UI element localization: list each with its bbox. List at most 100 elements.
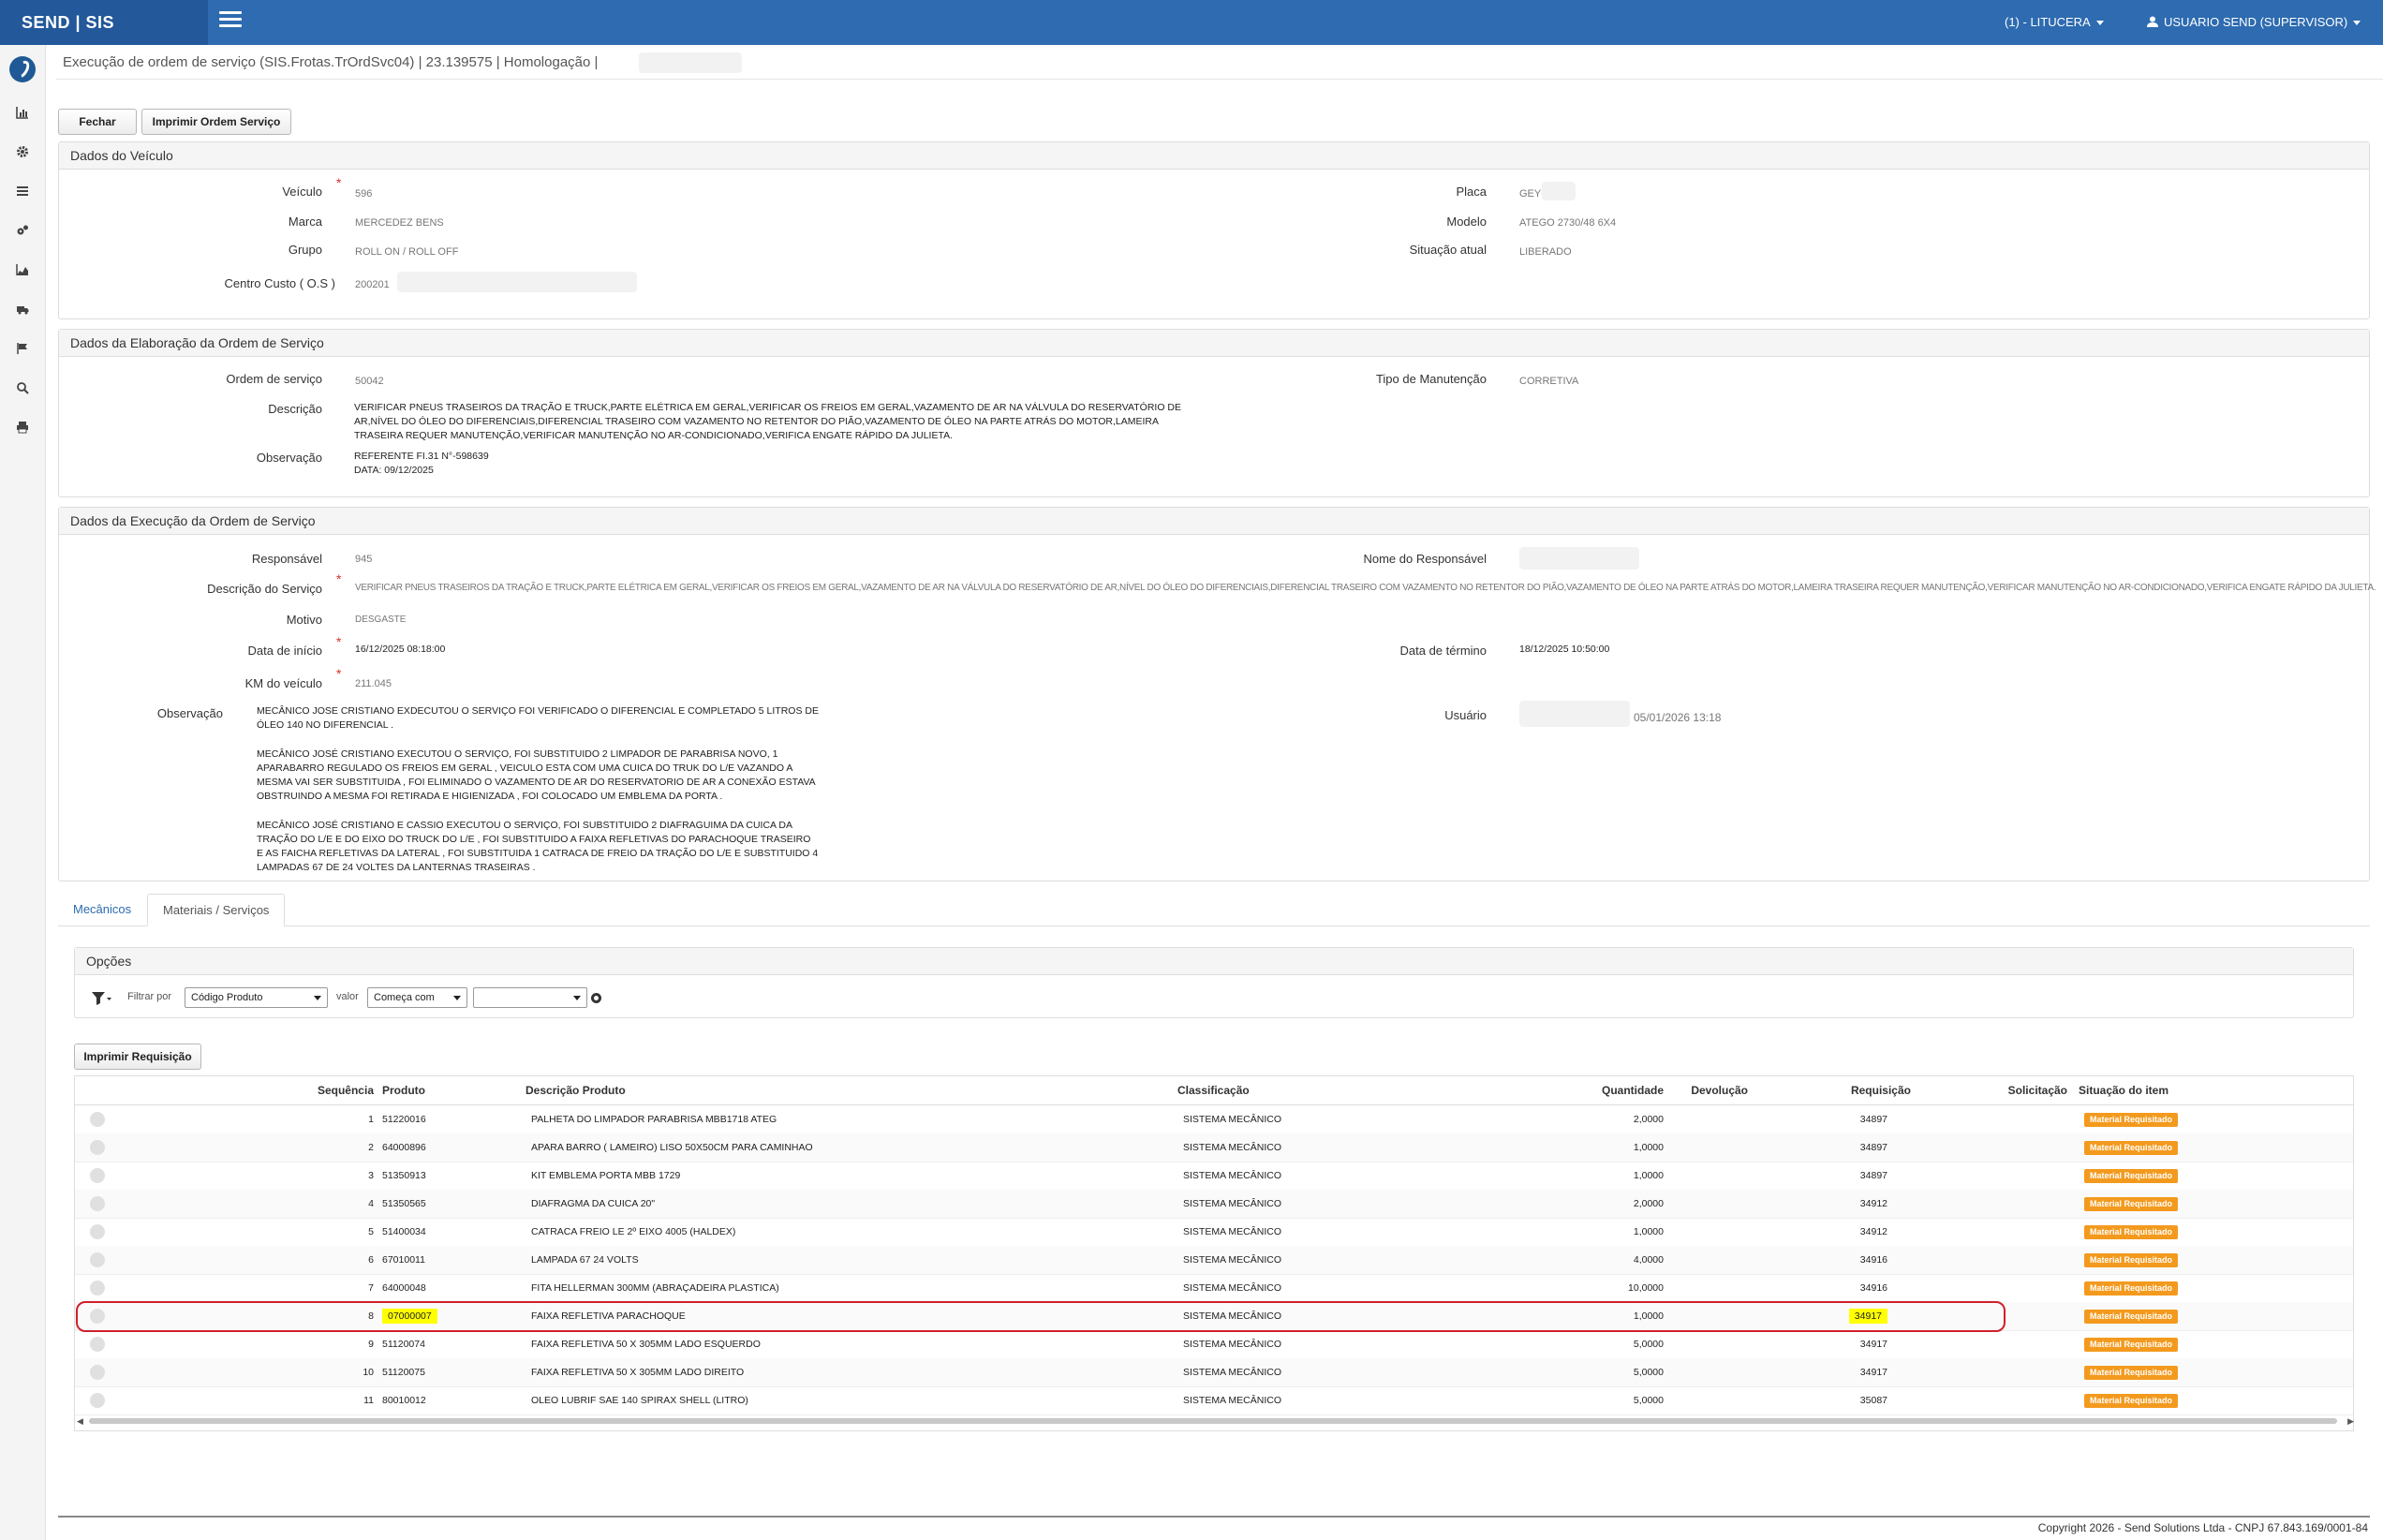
col-produto[interactable]: Produto bbox=[382, 1076, 425, 1104]
status-badge: Material Requisitado bbox=[2084, 1366, 2179, 1380]
area-chart-icon[interactable] bbox=[13, 260, 32, 279]
print-icon[interactable] bbox=[13, 418, 32, 437]
cell-sequencia: 3 bbox=[368, 1170, 374, 1181]
cell-quantidade: 1,0000 bbox=[1633, 1170, 1664, 1181]
required-marker: * bbox=[336, 571, 342, 586]
cell-descricao: CATRACA FREIO LE 2º EIXO 4005 (HALDEX) bbox=[531, 1226, 736, 1237]
col-devolucao[interactable]: Devolução bbox=[1691, 1076, 1748, 1104]
grid-scrollbar[interactable]: ◀ ▶ bbox=[74, 1414, 2354, 1428]
search-icon[interactable] bbox=[13, 378, 32, 397]
status-badge: Material Requisitado bbox=[2084, 1394, 2179, 1408]
row-select-icon[interactable] bbox=[90, 1252, 105, 1267]
divider bbox=[56, 79, 2383, 80]
cell-sequencia: 1 bbox=[368, 1114, 374, 1125]
table-row[interactable]: 2 64000896 APARA BARRO ( LAMEIRO) LISO 50X… bbox=[75, 1133, 2353, 1162]
scrollbar-thumb[interactable] bbox=[89, 1418, 2337, 1424]
row-select-icon[interactable] bbox=[90, 1281, 105, 1296]
redacted-block bbox=[639, 52, 742, 73]
cell-requisicao: 35087 bbox=[1859, 1395, 1887, 1406]
motivo-value: DESGASTE bbox=[355, 615, 407, 625]
row-select-icon[interactable] bbox=[90, 1393, 105, 1408]
cell-produto: 51400034 bbox=[382, 1226, 426, 1237]
cell-quantidade: 2,0000 bbox=[1633, 1198, 1664, 1209]
menu-toggle-icon[interactable] bbox=[219, 11, 242, 30]
status-badge: Material Requisitado bbox=[2084, 1113, 2179, 1127]
table-row[interactable]: 11 80010012 OLEO LUBRIF SAE 140 SPIRAX SHE… bbox=[75, 1386, 2353, 1415]
table-row[interactable]: 9 51120074 FAIXA REFLETIVA 50 X 305MM LADO… bbox=[75, 1330, 2353, 1359]
observacao-exec-p2: MECÂNICO JOSÉ CRISTIANO EXECUTOU O SERVI… bbox=[257, 748, 816, 802]
veiculo-label: Veículo bbox=[282, 185, 322, 199]
cell-quantidade: 10,0000 bbox=[1628, 1282, 1664, 1294]
row-select-icon[interactable] bbox=[90, 1112, 105, 1127]
table-row[interactable]: 7 64000048 FITA HELLERMAN 300MM (ABRAÇADEI… bbox=[75, 1274, 2353, 1303]
print-requisition-button[interactable]: Imprimir Requisição bbox=[74, 1044, 201, 1070]
cell-produto: 64000896 bbox=[382, 1142, 426, 1153]
table-row[interactable]: 4 51350565 DIAFRAGMA DA CUICA 20" SISTEMA M… bbox=[75, 1190, 2353, 1219]
cell-requisicao: 34912 bbox=[1859, 1226, 1887, 1237]
tipo-manutencao-value: CORRETIVA bbox=[1519, 376, 1579, 387]
row-select-icon[interactable] bbox=[90, 1224, 105, 1239]
observacao-line2: DATA: 09/12/2025 bbox=[354, 465, 434, 476]
cell-quantidade: 2,0000 bbox=[1633, 1114, 1664, 1125]
flag-icon[interactable] bbox=[13, 339, 32, 358]
brand-logo[interactable]: SEND | SIS bbox=[0, 0, 208, 45]
app-logo-icon[interactable] bbox=[9, 56, 36, 82]
cell-sequencia: 9 bbox=[368, 1339, 374, 1350]
gear-icon[interactable] bbox=[13, 142, 32, 161]
scroll-left-icon[interactable]: ◀ bbox=[77, 1416, 83, 1427]
cell-classificacao: SISTEMA MECÂNICO bbox=[1183, 1282, 1282, 1294]
table-row[interactable]: 1 51220016 PALHETA DO LIMPADOR PARABRISA M… bbox=[75, 1105, 2353, 1134]
cell-requisicao: 34916 bbox=[1859, 1254, 1887, 1266]
cell-classificacao: SISTEMA MECÂNICO bbox=[1183, 1198, 1282, 1209]
user-icon bbox=[2147, 16, 2158, 27]
observacao-exec-p3: MECÂNICO JOSÉ CRISTIANO E CASSIO EXECUTO… bbox=[257, 820, 819, 873]
row-select-icon[interactable] bbox=[90, 1168, 105, 1183]
clear-filter-icon[interactable] bbox=[591, 993, 601, 1003]
col-requisicao[interactable]: Requisição bbox=[1851, 1076, 1911, 1104]
col-classificacao[interactable]: Classificação bbox=[1177, 1076, 1250, 1104]
cogs-icon[interactable] bbox=[13, 221, 32, 240]
filter-field-select[interactable]: Código Produto bbox=[185, 987, 328, 1008]
filter-icon[interactable] bbox=[91, 991, 111, 1011]
execution-panel-header: Dados da Execução da Ordem de Serviço bbox=[59, 508, 2369, 535]
tab-mecanicos[interactable]: Mecânicos bbox=[58, 894, 146, 926]
row-select-icon[interactable] bbox=[90, 1140, 105, 1155]
cell-sequencia: 10 bbox=[363, 1367, 374, 1378]
status-badge: Material Requisitado bbox=[2084, 1225, 2179, 1239]
redacted-block bbox=[1542, 182, 1576, 200]
row-select-icon[interactable] bbox=[90, 1365, 105, 1380]
os-value: 50042 bbox=[355, 376, 384, 387]
dashboard-chart-icon[interactable] bbox=[13, 103, 32, 122]
filter-by-label: Filtrar por bbox=[127, 991, 172, 1002]
tab-materiais-servicos[interactable]: Materiais / Serviços bbox=[147, 894, 286, 926]
match-select[interactable]: Começa com bbox=[367, 987, 467, 1008]
cell-descricao: LAMPADA 67 24 VOLTS bbox=[531, 1254, 639, 1266]
col-descricao[interactable]: Descrição Produto bbox=[525, 1076, 626, 1104]
col-situacao[interactable]: Situação do item bbox=[2079, 1076, 2168, 1104]
cell-sequencia: 6 bbox=[368, 1254, 374, 1266]
cell-quantidade: 5,0000 bbox=[1633, 1339, 1664, 1350]
list-icon[interactable] bbox=[13, 182, 32, 200]
table-row[interactable]: 5 51400034 CATRACA FREIO LE 2º EIXO 4005 (… bbox=[75, 1218, 2353, 1247]
col-sequencia[interactable]: Sequência bbox=[318, 1076, 374, 1104]
centro-custo-value: 200201 bbox=[355, 279, 390, 290]
cell-classificacao: SISTEMA MECÂNICO bbox=[1183, 1395, 1282, 1406]
table-row[interactable]: 3 51350913 KIT EMBLEMA PORTA MBB 1729 SISTE… bbox=[75, 1162, 2353, 1191]
close-button[interactable]: Fechar bbox=[58, 109, 137, 135]
scroll-right-icon[interactable]: ▶ bbox=[2347, 1416, 2354, 1427]
truck-icon[interactable] bbox=[13, 300, 32, 318]
row-select-icon[interactable] bbox=[90, 1337, 105, 1352]
table-row[interactable]: 10 51120075 FAIXA REFLETIVA 50 X 305MM LAD… bbox=[75, 1358, 2353, 1387]
filter-value-input[interactable] bbox=[473, 987, 587, 1008]
company-selector[interactable]: (1) - LITUCERA bbox=[2005, 0, 2104, 45]
cell-descricao: FAIXA REFLETIVA 50 X 305MM LADO ESQUERDO bbox=[531, 1339, 761, 1350]
col-quantidade[interactable]: Quantidade bbox=[1602, 1076, 1664, 1104]
user-menu[interactable]: USUARIO SEND (SUPERVISOR) bbox=[2147, 0, 2361, 45]
table-row[interactable]: 6 67010011 LAMPADA 67 24 VOLTS SISTEMA MECÂ… bbox=[75, 1246, 2353, 1275]
col-solicitacao[interactable]: Solicitação bbox=[2008, 1076, 2067, 1104]
materials-grid: Sequência Produto Descrição Produto Clas… bbox=[74, 1075, 2354, 1431]
motivo-label: Motivo bbox=[286, 613, 322, 627]
cell-produto: 64000048 bbox=[382, 1282, 426, 1294]
row-select-icon[interactable] bbox=[90, 1196, 105, 1211]
print-os-button[interactable]: Imprimir Ordem Serviço bbox=[141, 109, 291, 135]
